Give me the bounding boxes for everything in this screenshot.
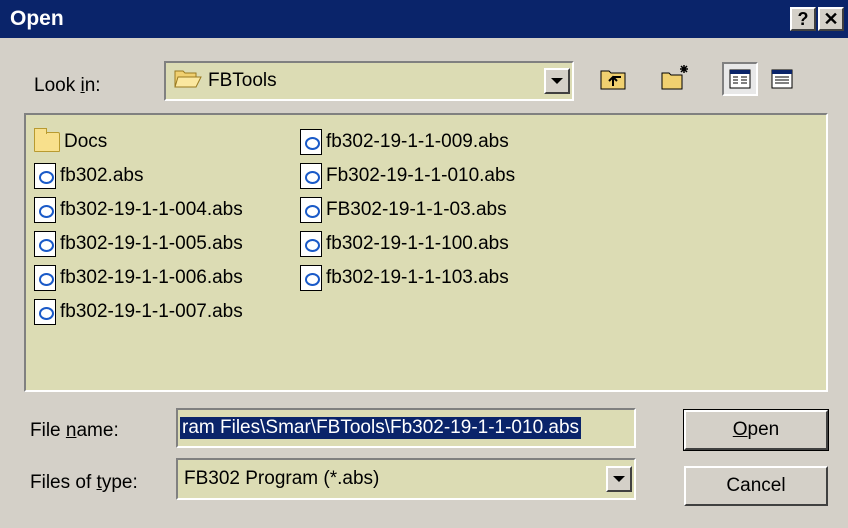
list-view-button[interactable]	[722, 62, 758, 96]
cancel-button[interactable]: Cancel	[684, 466, 828, 506]
list-item[interactable]: fb302-19-1-1-009.abs	[300, 125, 515, 159]
file-type-dropdown[interactable]: FB302 Program (*.abs)	[176, 458, 636, 500]
file-list-column-1: Docs fb302.abs fb302-19-1-1-004.abs fb30…	[34, 125, 243, 329]
details-view-button[interactable]	[764, 62, 800, 96]
abs-file-icon	[300, 231, 322, 257]
list-item[interactable]: FB302-19-1-1-03.abs	[300, 193, 515, 227]
dialog-title: Open	[10, 7, 64, 30]
close-button[interactable]: ✕	[818, 7, 844, 31]
create-new-folder-button[interactable]	[658, 60, 694, 94]
file-list-column-2: fb302-19-1-1-009.abs Fb302-19-1-1-010.ab…	[300, 125, 515, 295]
open-folder-icon	[174, 67, 202, 95]
file-list[interactable]: Docs fb302.abs fb302-19-1-1-004.abs fb30…	[24, 113, 828, 392]
list-item-label: FB302-19-1-1-03.abs	[326, 199, 507, 220]
list-item[interactable]: fb302-19-1-1-005.abs	[34, 227, 243, 261]
help-button[interactable]: ?	[790, 7, 816, 31]
list-item-folder[interactable]: Docs	[34, 125, 243, 159]
abs-file-icon	[34, 299, 56, 325]
list-item-label: Fb302-19-1-1-010.abs	[326, 165, 516, 186]
file-name-label: File name:	[30, 420, 119, 442]
abs-file-icon	[34, 197, 56, 223]
file-type-label-post: ype:	[101, 472, 138, 493]
chevron-down-icon	[551, 78, 563, 84]
list-item-label: Docs	[64, 131, 108, 152]
list-item[interactable]: fb302-19-1-1-100.abs	[300, 227, 515, 261]
open-button[interactable]: Open	[683, 409, 829, 451]
new-folder-icon	[661, 65, 688, 90]
folder-icon	[34, 128, 60, 152]
title-bar: Open	[0, 0, 848, 38]
look-in-label: Look in:	[34, 75, 101, 97]
list-view-icon	[729, 69, 751, 89]
abs-file-icon	[300, 265, 322, 291]
file-type-label-pre: Files of	[30, 472, 97, 493]
abs-file-icon	[300, 163, 322, 189]
chevron-down-icon	[613, 476, 625, 482]
list-item-label: fb302-19-1-1-006.abs	[60, 267, 243, 288]
list-item-label: fb302-19-1-1-005.abs	[60, 233, 243, 254]
file-type-label: Files of type:	[30, 472, 138, 494]
look-in-dropdown-button[interactable]	[544, 68, 570, 94]
abs-file-icon	[34, 163, 56, 189]
file-name-label-hotkey: n	[65, 420, 77, 441]
list-item[interactable]: fb302-19-1-1-007.abs	[34, 295, 243, 329]
list-item-label: fb302-19-1-1-103.abs	[326, 267, 509, 288]
file-name-input[interactable]: ram Files\Smar\FBTools\Fb302-19-1-1-010.…	[176, 408, 636, 448]
up-folder-icon	[600, 70, 626, 90]
abs-file-icon	[34, 265, 56, 291]
open-button-label: pen	[747, 419, 780, 440]
up-one-level-button[interactable]	[596, 62, 632, 96]
open-button-hotkey: O	[732, 419, 748, 440]
abs-file-icon	[34, 231, 56, 257]
list-item-label: fb302-19-1-1-009.abs	[326, 131, 509, 152]
list-item-label: fb302-19-1-1-004.abs	[60, 199, 243, 220]
abs-file-icon	[300, 197, 322, 223]
file-type-value: FB302 Program (*.abs)	[184, 468, 380, 489]
look-in-dropdown[interactable]: FBTools	[164, 61, 574, 101]
list-item-label: fb302-19-1-1-100.abs	[326, 233, 509, 254]
look-in-label-post: n:	[84, 75, 101, 96]
list-item[interactable]: fb302.abs	[34, 159, 243, 193]
abs-file-icon	[300, 129, 322, 155]
look-in-value: FBTools	[208, 70, 277, 91]
file-name-label-post: ame:	[76, 420, 119, 441]
look-in-label-pre: Look	[34, 75, 81, 96]
list-item[interactable]: fb302-19-1-1-006.abs	[34, 261, 243, 295]
details-view-icon	[771, 69, 793, 89]
list-item-label: fb302-19-1-1-007.abs	[60, 301, 243, 322]
list-item[interactable]: fb302-19-1-1-004.abs	[34, 193, 243, 227]
cancel-button-label: Cancel	[726, 475, 786, 496]
list-item-label: fb302.abs	[60, 165, 144, 186]
list-item[interactable]: fb302-19-1-1-103.abs	[300, 261, 515, 295]
list-item[interactable]: Fb302-19-1-1-010.abs	[300, 159, 515, 193]
file-type-dropdown-button[interactable]	[606, 466, 632, 492]
file-name-label-pre: File	[30, 420, 66, 441]
file-name-value: ram Files\Smar\FBTools\Fb302-19-1-1-010.…	[180, 417, 582, 439]
